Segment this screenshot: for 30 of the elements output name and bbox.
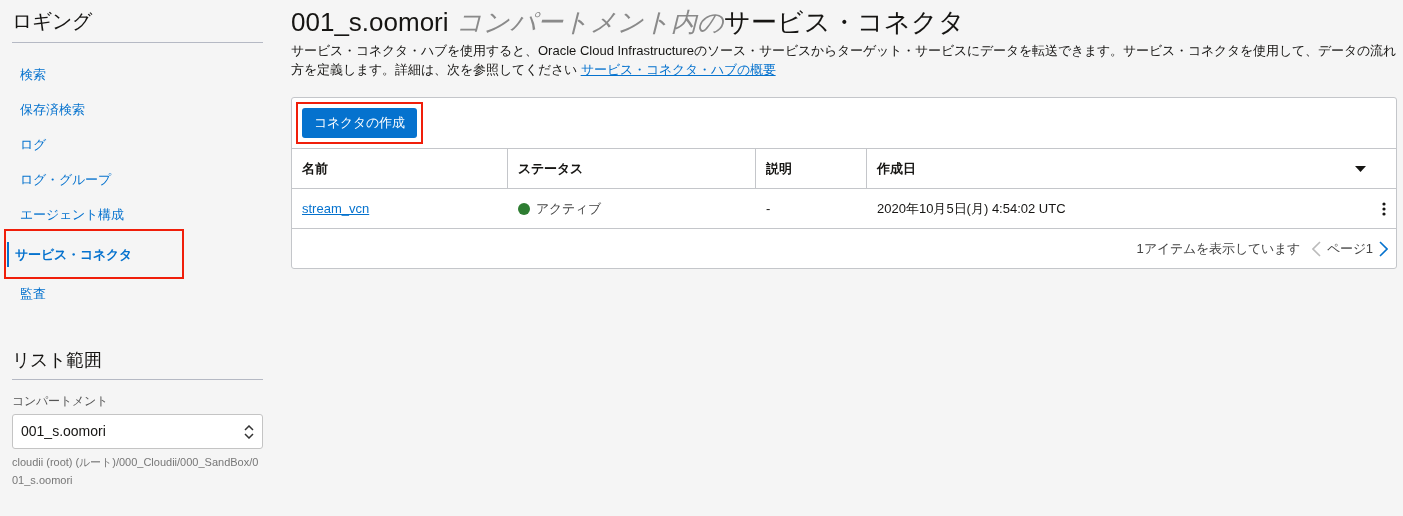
overview-link[interactable]: サービス・コネクタ・ハブの概要 (580, 62, 776, 77)
chevron-up-down-icon (244, 424, 254, 439)
sidebar-item[interactable]: ログ (12, 132, 46, 157)
column-header[interactable]: 名前 (302, 158, 328, 179)
field-label: コンパートメント (12, 393, 109, 410)
sidebar-item[interactable]: 監査 (12, 281, 46, 306)
create-connector-button[interactable]: コネクタの作成 (302, 108, 417, 138)
page-title: 001_s.oomori コンパートメント内のサービス・コネクタ (291, 6, 966, 39)
column-header[interactable]: 説明 (766, 158, 792, 179)
page-number: ページ1 (1326, 239, 1373, 258)
sidebar-item[interactable]: サービス・コネクタ (7, 241, 132, 267)
more-actions-icon[interactable] (1382, 201, 1386, 216)
section-title: リスト範囲 (12, 349, 103, 372)
sidebar-item[interactable]: 保存済検索 (12, 97, 85, 122)
sort-down-icon[interactable] (1355, 165, 1366, 172)
connector-link[interactable]: stream_vcn (302, 200, 370, 216)
page-description: サービス・コネクタ・ハブを使用すると、Oracle Cloud Infrastructureのソース・サービスからターゲット・サービスにデータを転送できます。サービス・コネクタを使用して、データの流れ方を定義します。詳細は、次を参照してください サービス・コネクタ・ハブの概要 (291, 42, 1397, 79)
compartment-select[interactable]: 001_s.oomori (12, 414, 263, 449)
table-cell: - (766, 200, 771, 216)
table-cell-text: 2020年10月5日(月) 4:54:02 UTC (877, 199, 1066, 218)
sidebar-title: ロギング (12, 9, 93, 34)
sidebar-item[interactable]: 検索 (12, 62, 46, 87)
item-count: 1アイテムを表示しています (1136, 239, 1300, 258)
column-header[interactable]: 作成日 (877, 158, 916, 179)
column-header[interactable]: ステータス (518, 158, 583, 179)
compartment-path: cloudii (root) (ルート)/000_Cloudii/000_SandBox/001_s.oomori (12, 455, 260, 488)
status-text: アクティブ (536, 199, 601, 218)
sidebar-item[interactable]: エージェント構成 (12, 202, 124, 227)
sidebar-item[interactable]: ログ・グループ (12, 167, 111, 192)
next-page-icon[interactable] (1379, 240, 1388, 257)
